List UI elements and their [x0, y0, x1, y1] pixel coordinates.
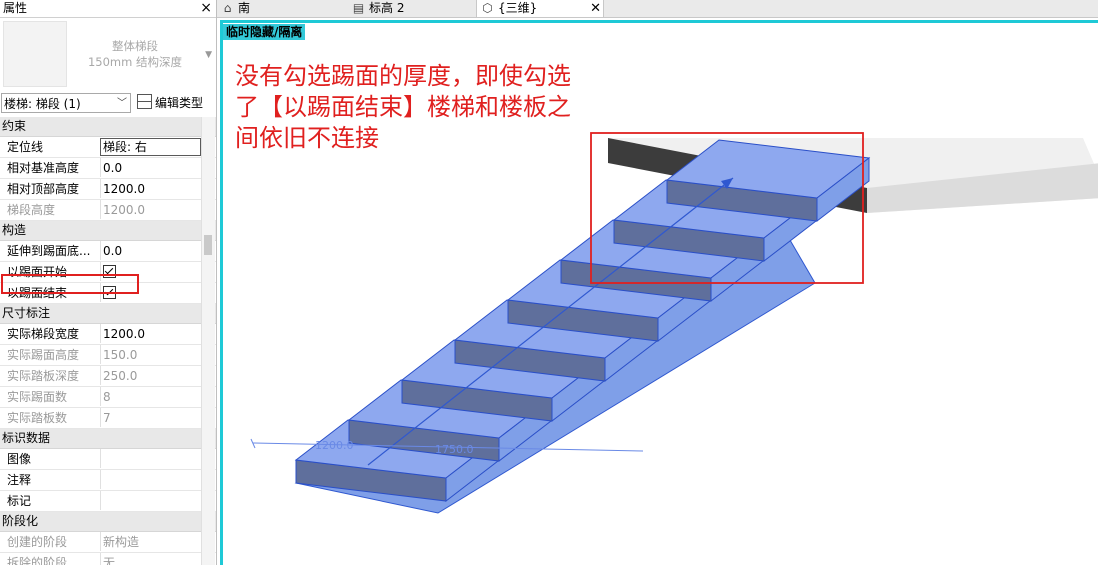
dimension-length: 1750.0 [435, 443, 474, 456]
scrollbar-thumb[interactable] [204, 235, 212, 255]
property-name: 实际踢面高度 [7, 348, 80, 362]
property-name: 标记 [7, 494, 32, 508]
property-row[interactable]: 延伸到踢面底... 0.0 [0, 241, 216, 262]
group-label: 标识数据 [2, 431, 51, 445]
property-name: 相对基准高度 [7, 161, 80, 175]
edit-type-icon [137, 94, 152, 109]
instance-row: 楼梯: 梯段 (1) ﹀ 编辑类型 [0, 92, 216, 114]
property-row: 梯段高度 1200.0 [0, 200, 216, 221]
property-name: 相对顶部高度 [7, 182, 80, 196]
property-value[interactable]: 1200.0 [100, 324, 203, 343]
annotation-line: 没有勾选踢面的厚度，即使勾选 [235, 62, 571, 90]
edit-type-button[interactable]: 编辑类型 [137, 94, 203, 112]
property-row[interactable]: 注释 [0, 470, 216, 491]
type-variant: 150mm 结构深度 [87, 55, 182, 69]
property-value[interactable] [100, 470, 203, 489]
property-row: 实际踏板深度 250.0 [0, 366, 216, 387]
property-value: 150.0 [100, 345, 203, 364]
property-name: 定位线 [7, 140, 44, 154]
property-row[interactable]: 标记 [0, 491, 216, 512]
property-value: 7 [100, 408, 203, 427]
property-value: 250.0 [100, 366, 203, 385]
properties-panel: 属性 × 整体梯段 150mm 结构深度 ▼ 楼梯: 梯段 (1) ﹀ 编辑类型… [0, 0, 217, 565]
property-name: 创建的阶段 [7, 535, 68, 549]
view-tabs: ⌂ 南 ▤ 标高 2 ⬡ {三维} ✕ [217, 0, 1098, 18]
property-name: 注释 [7, 473, 32, 487]
property-row[interactable]: 实际梯段宽度 1200.0 [0, 324, 216, 345]
property-value: 无 [100, 553, 203, 565]
type-thumbnail [3, 21, 67, 87]
property-value[interactable]: 0.0 [100, 158, 203, 177]
group-header[interactable]: 阶段化⌃ [0, 512, 216, 532]
property-name: 实际踏板深度 [7, 369, 80, 383]
tab-label: 南 [238, 1, 251, 15]
property-row: 拆除的阶段 无 [0, 553, 216, 565]
property-row: 实际踢面高度 150.0 [0, 345, 216, 366]
tab-level-2[interactable]: ▤ 标高 2 [348, 0, 476, 17]
property-row[interactable]: 相对顶部高度 1200.0 [0, 179, 216, 200]
property-row: 实际踏板数 7 [0, 408, 216, 429]
group-header[interactable]: 构造⌃ [0, 221, 216, 241]
home-icon: ⌂ [223, 1, 232, 15]
instance-label: 楼梯: 梯段 (1) [4, 97, 81, 111]
annotation-text: 没有勾选踢面的厚度，即使勾选 了【以踢面结束】楼梯和楼板之 间依旧不连接 [235, 61, 655, 154]
3d-view-icon: ⬡ [482, 1, 493, 15]
property-name: 图像 [7, 452, 32, 466]
group-header[interactable]: 标识数据⌃ [0, 429, 216, 449]
property-row: 创建的阶段 新构造 [0, 532, 216, 553]
chevron-down-icon[interactable]: ﹀ [117, 94, 127, 114]
tab-label: {三维} [498, 1, 538, 15]
3d-viewport[interactable]: 1200.0 1750.0 临时隐藏/隔离 没有勾选踢面的厚度，即使勾选 了【以… [220, 20, 1098, 565]
dimension-width: 1200.0 [315, 439, 354, 452]
instance-dropdown[interactable]: 楼梯: 梯段 (1) ﹀ [1, 93, 131, 113]
close-icon[interactable]: × [200, 0, 212, 16]
property-row: 实际踢面数 8 [0, 387, 216, 408]
property-value[interactable]: 梯段: 右 [100, 138, 201, 156]
properties-titlebar: 属性 × [0, 0, 216, 18]
property-row[interactable]: 相对基准高度 0.0 [0, 158, 216, 179]
properties-title: 属性 [3, 1, 28, 15]
group-label: 阶段化 [2, 514, 39, 528]
group-header[interactable]: 尺寸标注⌃ [0, 304, 216, 324]
stair-steps [294, 139, 871, 503]
type-selector[interactable]: 整体梯段 150mm 结构深度 ▼ [0, 18, 216, 90]
close-icon[interactable]: ✕ [590, 0, 601, 17]
property-value: 1200.0 [100, 200, 203, 219]
tab-south[interactable]: ⌂ 南 [217, 0, 347, 17]
property-grid: 约束⌃ 定位线 梯段: 右相对基准高度 0.0 相对顶部高度 1200.0 梯段高度 1200… [0, 117, 216, 565]
edit-type-label: 编辑类型 [155, 96, 204, 110]
group-label: 尺寸标注 [2, 306, 51, 320]
annotation-line: 了【以踢面结束】楼梯和楼板之 [235, 93, 571, 121]
property-value[interactable] [100, 449, 203, 468]
property-value[interactable] [100, 491, 203, 510]
highlight-box-end-with-riser [1, 274, 139, 294]
dropdown-arrow-icon[interactable]: ▼ [205, 50, 212, 60]
type-family: 整体梯段 [112, 39, 158, 53]
property-value: 8 [100, 387, 203, 406]
property-name: 实际踏板数 [7, 411, 68, 425]
group-header[interactable]: 约束⌃ [0, 117, 216, 137]
property-row[interactable]: 定位线 梯段: 右 [0, 137, 216, 158]
group-label: 约束 [2, 119, 27, 133]
tab-label: 标高 2 [369, 1, 405, 15]
temp-hide-isolate-banner: 临时隐藏/隔离 [223, 24, 306, 40]
tab-3d[interactable]: ⬡ {三维} ✕ [476, 0, 604, 17]
property-name: 实际梯段宽度 [7, 327, 80, 341]
floorplan-icon: ▤ [352, 1, 365, 15]
group-label: 构造 [2, 223, 27, 237]
property-value: 新构造 [100, 532, 203, 551]
property-row[interactable]: 图像 [0, 449, 216, 470]
type-name: 整体梯段 150mm 结构深度 [70, 38, 200, 70]
property-name: 实际踢面数 [7, 390, 68, 404]
property-name: 梯段高度 [7, 203, 56, 217]
property-scrollbar[interactable] [201, 117, 215, 565]
property-value[interactable]: 0.0 [100, 241, 203, 260]
property-name: 延伸到踢面底... [7, 244, 91, 258]
property-name: 拆除的阶段 [7, 556, 68, 565]
property-value[interactable]: 1200.0 [100, 179, 203, 198]
annotation-line: 间依旧不连接 [235, 124, 379, 152]
